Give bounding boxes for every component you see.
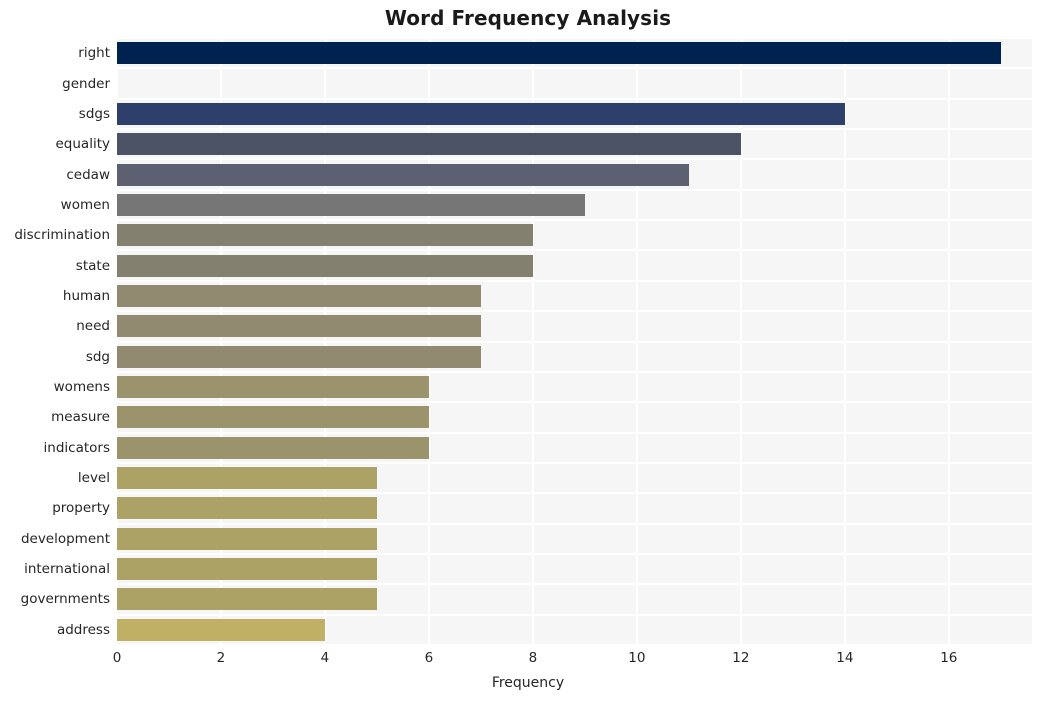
bar <box>117 73 897 95</box>
bar <box>117 102 845 125</box>
y-axis-tick-label: level <box>77 470 110 487</box>
y-axis-tick-label: discrimination <box>14 227 110 244</box>
chart-title: Word Frequency Analysis <box>384 6 672 30</box>
x-axis-tick-label: 12 <box>732 650 750 666</box>
bar <box>117 618 325 641</box>
x-axis-tick-label: 6 <box>424 650 434 666</box>
gridline-horizontal <box>117 492 1032 495</box>
bar <box>117 376 429 399</box>
x-axis-tick-label: 4 <box>320 650 330 666</box>
y-axis-tick-label: gender <box>62 75 110 92</box>
y-axis-tick-label: governments <box>20 591 110 608</box>
y-axis-tick-label: women <box>60 196 110 213</box>
y-axis-tick-label: development <box>20 530 110 547</box>
y-axis-tick-label: human <box>62 287 110 304</box>
gridline-horizontal <box>117 583 1032 586</box>
gridline-horizontal <box>117 67 1032 70</box>
bar <box>117 133 741 156</box>
gridline-horizontal <box>117 128 1032 131</box>
y-axis-tick-label: sdgs <box>78 105 110 122</box>
y-axis-tick-label: equality <box>55 136 111 153</box>
bar <box>117 406 429 429</box>
bar <box>117 42 1001 65</box>
y-axis-tick-label: indicators <box>43 439 110 456</box>
gridline-horizontal <box>117 644 1032 645</box>
gridline-horizontal <box>117 340 1032 343</box>
bar <box>117 193 585 216</box>
x-axis-title: Frequency <box>491 675 565 691</box>
x-axis-tick-label: 2 <box>216 650 226 666</box>
bar <box>117 315 481 338</box>
y-axis-tick-label: property <box>52 500 110 517</box>
gridline-horizontal <box>117 431 1032 434</box>
bar <box>117 345 481 368</box>
y-axis-tick-label: womens <box>53 379 110 396</box>
y-axis-tick-label: right <box>78 45 110 62</box>
y-axis-tick-label: cedaw <box>66 166 110 183</box>
bar <box>117 588 377 611</box>
gridline-horizontal <box>117 310 1032 313</box>
x-axis-tick-label: 8 <box>528 650 538 666</box>
y-axis-tick-labels: right gender sdgs equality cedaw women discrim… <box>0 38 110 645</box>
bar <box>117 558 377 581</box>
bar <box>117 527 377 550</box>
x-axis-tick-label: 16 <box>940 650 958 666</box>
x-axis-tick-labels: 0 2 4 6 8 10 12 14 16 <box>0 650 1056 672</box>
y-axis-tick-label: address <box>56 621 110 638</box>
bar <box>117 497 377 520</box>
bar <box>117 436 429 459</box>
gridline-horizontal <box>117 249 1032 252</box>
gridline-horizontal <box>117 401 1032 404</box>
gridline-horizontal <box>117 279 1032 282</box>
gridline-horizontal <box>117 158 1032 161</box>
bar <box>117 467 377 490</box>
gridline-horizontal <box>117 219 1032 222</box>
y-axis-tick-label: measure <box>51 409 110 426</box>
gridline-horizontal <box>117 188 1032 191</box>
word-frequency-chart: Word Frequency Analysis right gender sdgs e… <box>0 0 1056 701</box>
x-axis-tick-label: 14 <box>836 650 854 666</box>
gridline-horizontal <box>117 522 1032 525</box>
bar <box>117 224 533 247</box>
bar <box>117 163 689 186</box>
gridline-horizontal <box>117 38 1032 39</box>
gridline-horizontal <box>117 370 1032 373</box>
gridline-horizontal <box>117 613 1032 616</box>
y-axis-tick-label: state <box>75 257 110 274</box>
y-axis-tick-label: need <box>76 318 110 335</box>
y-axis-tick-label: international <box>24 561 110 578</box>
x-axis-tick-label: 10 <box>628 650 646 666</box>
gridline-horizontal <box>117 461 1032 464</box>
x-axis-tick-label: 0 <box>112 650 122 666</box>
gridline-horizontal <box>117 552 1032 555</box>
y-axis-tick-label: sdg <box>85 348 110 365</box>
plot-area <box>117 38 1032 645</box>
gridline-horizontal <box>117 97 1032 100</box>
bar <box>117 284 481 307</box>
bar <box>117 254 533 277</box>
